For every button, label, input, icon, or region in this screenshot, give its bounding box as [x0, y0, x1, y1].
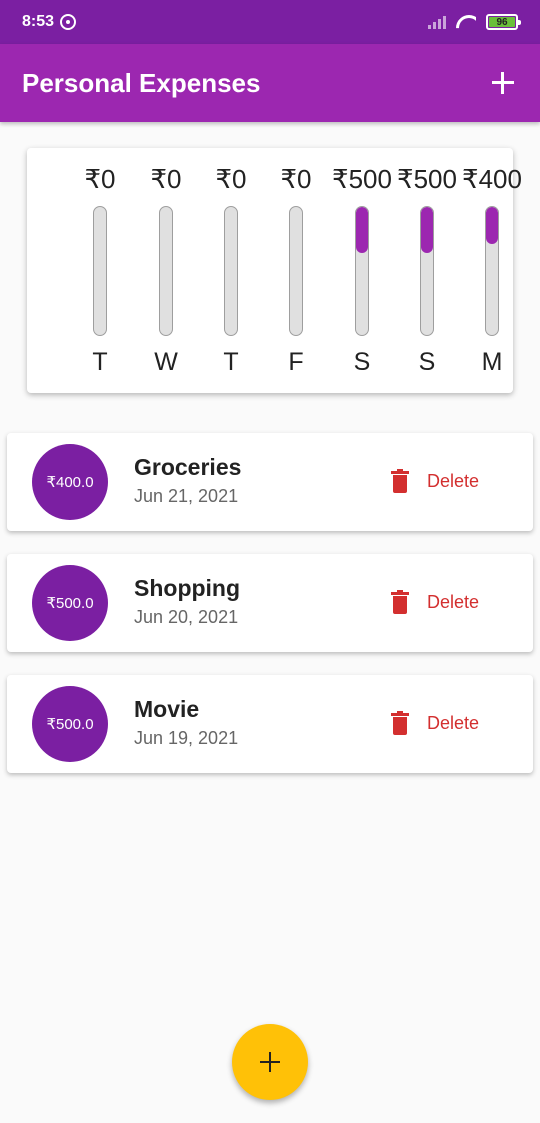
app-bar: Personal Expenses [0, 44, 540, 122]
bar-track [289, 206, 303, 336]
amount-avatar: ₹400.0 [32, 444, 108, 520]
amount-avatar: ₹500.0 [32, 565, 108, 641]
status-bar: 8:53 96 [0, 0, 540, 44]
bar-day-label: F [288, 348, 304, 376]
transaction-item: ₹400.0 Groceries Jun 21, 2021 Delete [7, 433, 533, 531]
transaction-title: Shopping [134, 575, 241, 601]
transaction-title: Groceries [134, 454, 242, 480]
trash-icon [391, 711, 409, 735]
amount-avatar: ₹500.0 [32, 686, 108, 762]
transaction-date: Jun 19, 2021 [134, 728, 239, 748]
bar-day-label: S [353, 348, 371, 376]
weekly-chart-card: ₹0 T ₹0 W ₹0 T ₹0 F ₹500 S ₹500 S ₹400 M [27, 148, 522, 393]
add-transaction-button[interactable] [488, 68, 518, 98]
delete-label: Delete [427, 591, 480, 612]
transaction-item: ₹500.0 Movie Jun 19, 2021 Delete [7, 675, 533, 773]
delete-button[interactable]: Delete [391, 590, 479, 614]
music-app-icon [60, 14, 77, 30]
status-icons: 96 [428, 14, 521, 30]
bar-track [224, 206, 238, 336]
trash-icon [391, 469, 409, 493]
transaction-title: Movie [134, 696, 200, 722]
bar-track [355, 206, 369, 336]
bar-track [420, 206, 434, 336]
bar-day-label: S [418, 348, 436, 376]
bar-amount: ₹400 [462, 164, 522, 194]
bar-track [485, 206, 499, 336]
delete-label: Delete [427, 712, 480, 733]
bar-day-label: M [481, 348, 503, 376]
battery-level: 96 [496, 16, 508, 28]
bar-day-label: T [92, 348, 108, 376]
signal-icon [428, 15, 446, 29]
bar-fill [356, 207, 368, 253]
transaction-date: Jun 20, 2021 [134, 607, 239, 627]
trash-icon [391, 590, 409, 614]
bar-fill [486, 207, 498, 244]
bar-track [93, 206, 107, 336]
delete-button[interactable]: Delete [391, 711, 479, 735]
battery-icon: 96 [486, 14, 521, 30]
delete-label: Delete [427, 470, 480, 491]
transaction-date: Jun 21, 2021 [134, 486, 239, 506]
bar-day-label: W [154, 348, 178, 376]
page-title: Personal Expenses [22, 67, 261, 98]
bar-track [159, 206, 173, 336]
transaction-item: ₹500.0 Shopping Jun 20, 2021 Delete [7, 554, 533, 652]
bar-day-label: T [223, 348, 239, 376]
delete-button[interactable]: Delete [391, 469, 479, 493]
status-time: 8:53 [22, 13, 55, 30]
wifi-icon [456, 15, 476, 29]
bar-fill [421, 207, 433, 253]
add-expense-fab[interactable] [232, 1024, 308, 1100]
